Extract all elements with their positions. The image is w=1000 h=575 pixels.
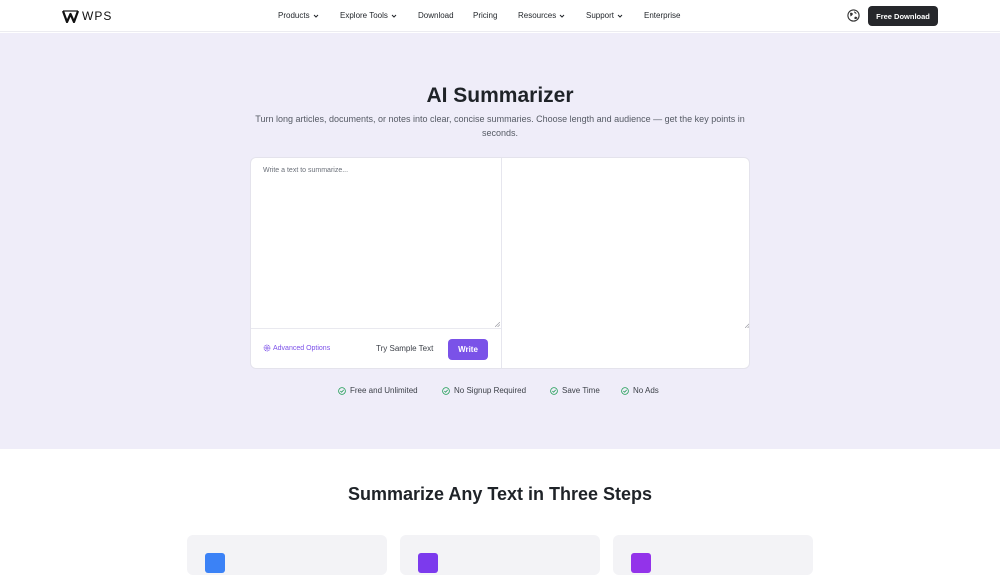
try-sample-text-button[interactable]: Try Sample Text [376,344,433,353]
nav-item-enterprise[interactable]: Enterprise [644,10,680,22]
nav-item-products[interactable]: Products [278,10,319,22]
globe-icon[interactable] [847,9,860,22]
step-card [187,535,387,575]
chevron-down-icon [391,14,397,18]
nav-item-download[interactable]: Download [418,10,454,22]
feature-label: No Ads [633,386,659,395]
advanced-options-label: Advanced Options [273,344,331,352]
input-placeholder: Write a text to summarize... [263,167,349,174]
nav-item-explore-tools[interactable]: Explore Tools [340,10,397,22]
summarize-input[interactable]: Write a text to summarize... [251,158,501,329]
feature-item: Free and Unlimited [338,385,418,397]
free-download-button[interactable]: Free Download [868,6,938,26]
nav-item-label: Explore Tools [340,11,388,20]
step-card [400,535,600,575]
nav-item-label: Support [586,11,615,20]
nav-item-label: Products [278,11,310,20]
step-badge [418,553,438,573]
step-badge [205,553,225,573]
advanced-options-link[interactable]: Advanced Options [263,344,330,352]
check-circle-icon [550,387,558,395]
step-badge [631,553,651,573]
check-circle-icon [338,387,346,395]
chevron-down-icon [617,14,623,18]
page-subtitle: Turn long articles, documents, or notes … [255,114,745,138]
summary-output[interactable] [502,158,750,368]
feature-label: Save Time [562,386,600,395]
chevron-down-icon [559,14,565,18]
nav-item-label: Enterprise [644,11,681,20]
nav-item-label: Download [418,11,454,20]
nav-item-label: Resources [518,11,557,20]
feature-list: Free and Unlimited No Signup Required Sa… [0,385,1000,399]
check-circle-icon [442,387,450,395]
nav-item-label: Pricing [473,11,498,20]
chevron-down-icon [313,14,318,18]
feature-label: Free and Unlimited [350,386,418,395]
top-navigation-bar: WPS Products Explore Tools Download Pric… [0,0,1000,32]
feature-item: Save Time [550,385,600,397]
feature-label: No Signup Required [454,386,527,395]
write-button[interactable]: Write [448,339,488,360]
nav-item-support[interactable]: Support [586,10,623,22]
step-card [613,535,813,575]
feature-item: No Signup Required [442,385,526,397]
steps-heading: Summarize Any Text in Three Steps [347,484,653,504]
summarizer-panel: Write a text to summarize... Advanced Op… [250,157,750,369]
resize-handle-icon[interactable] [495,322,500,327]
nav-item-resources[interactable]: Resources [518,10,565,22]
check-circle-icon [621,387,629,395]
nav-item-pricing[interactable]: Pricing [473,10,497,22]
page-title: AI Summarizer [426,84,574,107]
resize-handle-icon[interactable] [745,323,750,328]
feature-item: No Ads [621,385,659,397]
gear-icon [263,344,271,352]
